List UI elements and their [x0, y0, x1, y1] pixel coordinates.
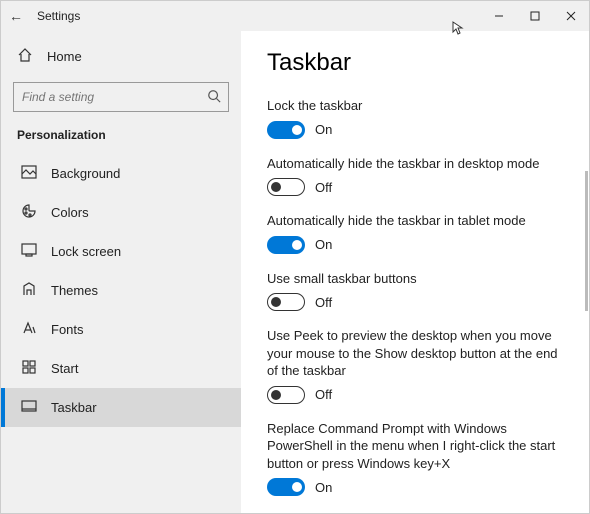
content-pane: Taskbar Lock the taskbar On Automaticall…: [241, 31, 589, 513]
sidebar-item-start[interactable]: Start: [1, 349, 241, 388]
toggle-autohide-desktop[interactable]: [267, 178, 305, 196]
search-input[interactable]: [13, 82, 229, 112]
setting-label: Replace Command Prompt with Windows Powe…: [267, 420, 563, 473]
back-button[interactable]: ←: [1, 8, 31, 24]
minimize-button[interactable]: [481, 1, 517, 31]
start-icon: [21, 359, 37, 378]
toggle-state: Off: [315, 180, 332, 195]
colors-icon: [21, 203, 37, 222]
taskbar-icon: [21, 398, 37, 417]
search-icon: [207, 89, 221, 108]
toggle-state: On: [315, 480, 332, 495]
sidebar-item-label: Start: [51, 361, 78, 376]
home-label: Home: [47, 49, 82, 64]
toggle-state: On: [315, 237, 332, 252]
themes-icon: [21, 281, 37, 300]
setting-label: Automatically hide the taskbar in deskto…: [267, 155, 563, 173]
maximize-button[interactable]: [517, 1, 553, 31]
sidebar-item-fonts[interactable]: Fonts: [1, 310, 241, 349]
toggle-peek[interactable]: [267, 386, 305, 404]
category-heading: Personalization: [1, 124, 241, 154]
sidebar-item-background[interactable]: Background: [1, 154, 241, 193]
setting-label: Show badges on taskbar buttons: [267, 512, 563, 513]
scrollbar[interactable]: [585, 171, 588, 311]
sidebar-item-label: Taskbar: [51, 400, 97, 415]
toggle-autohide-tablet[interactable]: [267, 236, 305, 254]
toggle-state: Off: [315, 387, 332, 402]
sidebar: Home Personalization Background Colors L…: [1, 31, 241, 513]
sidebar-item-label: Themes: [51, 283, 98, 298]
window-title: Settings: [37, 9, 80, 23]
setting-label: Lock the taskbar: [267, 97, 563, 115]
cursor-icon: [451, 21, 465, 40]
setting-label: Use small taskbar buttons: [267, 270, 563, 288]
setting-label: Use Peek to preview the desktop when you…: [267, 327, 563, 380]
sidebar-item-taskbar[interactable]: Taskbar: [1, 388, 241, 427]
sidebar-item-label: Background: [51, 166, 120, 181]
fonts-icon: [21, 320, 37, 339]
toggle-powershell[interactable]: [267, 478, 305, 496]
close-button[interactable]: [553, 1, 589, 31]
setting-label: Automatically hide the taskbar in tablet…: [267, 212, 563, 230]
sidebar-item-label: Lock screen: [51, 244, 121, 259]
home-icon: [17, 47, 33, 66]
sidebar-item-lockscreen[interactable]: Lock screen: [1, 232, 241, 271]
home-button[interactable]: Home: [1, 39, 241, 74]
sidebar-item-themes[interactable]: Themes: [1, 271, 241, 310]
toggle-lock-taskbar[interactable]: [267, 121, 305, 139]
sidebar-item-colors[interactable]: Colors: [1, 193, 241, 232]
toggle-small-buttons[interactable]: [267, 293, 305, 311]
sidebar-item-label: Colors: [51, 205, 89, 220]
search-box[interactable]: [13, 82, 229, 112]
toggle-state: Off: [315, 295, 332, 310]
lockscreen-icon: [21, 242, 37, 261]
sidebar-item-label: Fonts: [51, 322, 84, 337]
background-icon: [21, 164, 37, 183]
page-title: Taskbar: [267, 49, 563, 77]
toggle-state: On: [315, 122, 332, 137]
